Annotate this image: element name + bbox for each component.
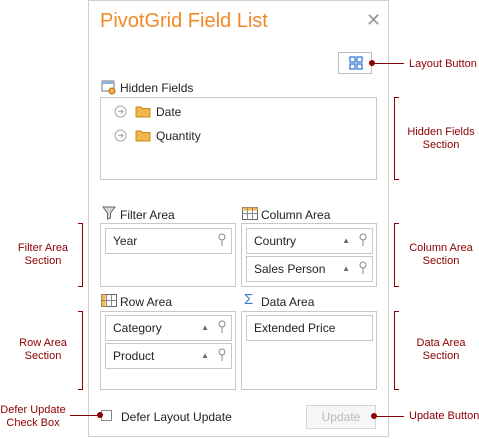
sort-ascending-icon[interactable]: ▲	[342, 229, 350, 253]
hidden-fields-label: Hidden Fields	[120, 81, 194, 95]
panel-title: PivotGrid Field List	[100, 10, 268, 32]
pin-icon[interactable]	[359, 233, 367, 247]
update-button[interactable]: Update	[306, 405, 376, 429]
defer-layout-update-label: Defer Layout Update	[121, 410, 232, 424]
callout-bracket	[394, 311, 399, 312]
field-year[interactable]: Year	[105, 228, 232, 254]
callout-bracket	[78, 286, 83, 287]
column-area-label: Column Area	[261, 208, 331, 222]
expand-arrow-icon	[114, 129, 127, 142]
hidden-fields-icon	[101, 80, 116, 95]
callout-bracket	[394, 97, 395, 180]
pin-icon[interactable]	[218, 320, 226, 334]
folder-icon	[135, 106, 151, 118]
hidden-field-label: Quantity	[156, 129, 201, 143]
callout-dot	[369, 60, 375, 66]
row-area-label: Row Area	[120, 295, 173, 309]
hidden-field-item[interactable]: Date	[114, 104, 254, 120]
callout-bracket	[394, 223, 395, 287]
callout-bracket	[78, 223, 83, 224]
callout-defer-update-check-box: Defer Update Check Box	[0, 404, 66, 429]
callout-layout-button: Layout Button	[409, 58, 477, 70]
callout-bracket	[394, 179, 399, 180]
callout-bracket	[394, 223, 399, 224]
callout-column-area-section: Column Area Section	[409, 242, 473, 267]
folder-icon	[135, 130, 151, 142]
callout-hidden-fields-section: Hidden Fields Section	[407, 126, 475, 151]
callout-filter-area-section: Filter Area Section	[17, 242, 69, 267]
field-label: Category	[113, 321, 162, 335]
callout-bracket	[82, 223, 83, 287]
row-area-icon	[101, 294, 117, 307]
pin-icon[interactable]	[218, 233, 226, 247]
field-country[interactable]: Country ▲	[246, 228, 373, 254]
pin-icon[interactable]	[359, 261, 367, 275]
sort-ascending-icon[interactable]: ▲	[201, 344, 209, 368]
pin-icon[interactable]	[218, 348, 226, 362]
expand-arrow-icon	[114, 105, 127, 118]
callout-dot	[97, 412, 103, 418]
close-icon[interactable]: ✕	[366, 11, 381, 29]
callout-bracket	[78, 311, 83, 312]
callout-bracket	[394, 311, 395, 390]
callout-bracket	[78, 389, 83, 390]
callout-dot	[371, 413, 377, 419]
sort-ascending-icon[interactable]: ▲	[342, 257, 350, 281]
field-label: Country	[254, 234, 297, 248]
sort-ascending-icon[interactable]: ▲	[201, 316, 209, 340]
callout-update-button: Update Button	[409, 410, 479, 422]
callout-bracket	[394, 286, 399, 287]
hidden-field-label: Date	[156, 105, 182, 119]
field-product[interactable]: Product ▲	[105, 343, 232, 369]
column-area-icon	[242, 207, 258, 220]
field-category[interactable]: Category ▲	[105, 315, 232, 341]
field-label: Extended Price	[254, 321, 336, 335]
callout-line	[70, 415, 100, 416]
layout-grid-icon	[349, 56, 363, 70]
callout-data-area-section: Data Area Section	[416, 337, 466, 362]
field-label: Product	[113, 349, 155, 363]
field-sales-person[interactable]: Sales Person ▲	[246, 256, 373, 282]
callout-bracket	[394, 97, 399, 98]
callout-bracket	[82, 311, 83, 390]
callout-bracket	[394, 389, 399, 390]
field-label: Year	[113, 234, 138, 248]
sigma-icon: Σ	[244, 291, 254, 308]
field-label: Sales Person	[254, 262, 326, 276]
filter-area-label: Filter Area	[120, 208, 175, 222]
callout-line	[375, 416, 404, 417]
callout-row-area-section: Row Area Section	[19, 337, 67, 362]
layout-button[interactable]	[338, 52, 372, 74]
callout-line	[372, 63, 404, 64]
field-extended-price[interactable]: Extended Price	[246, 315, 373, 341]
data-area-label: Data Area	[261, 295, 315, 309]
filter-icon	[102, 206, 116, 220]
hidden-field-item[interactable]: Quantity	[114, 128, 254, 144]
